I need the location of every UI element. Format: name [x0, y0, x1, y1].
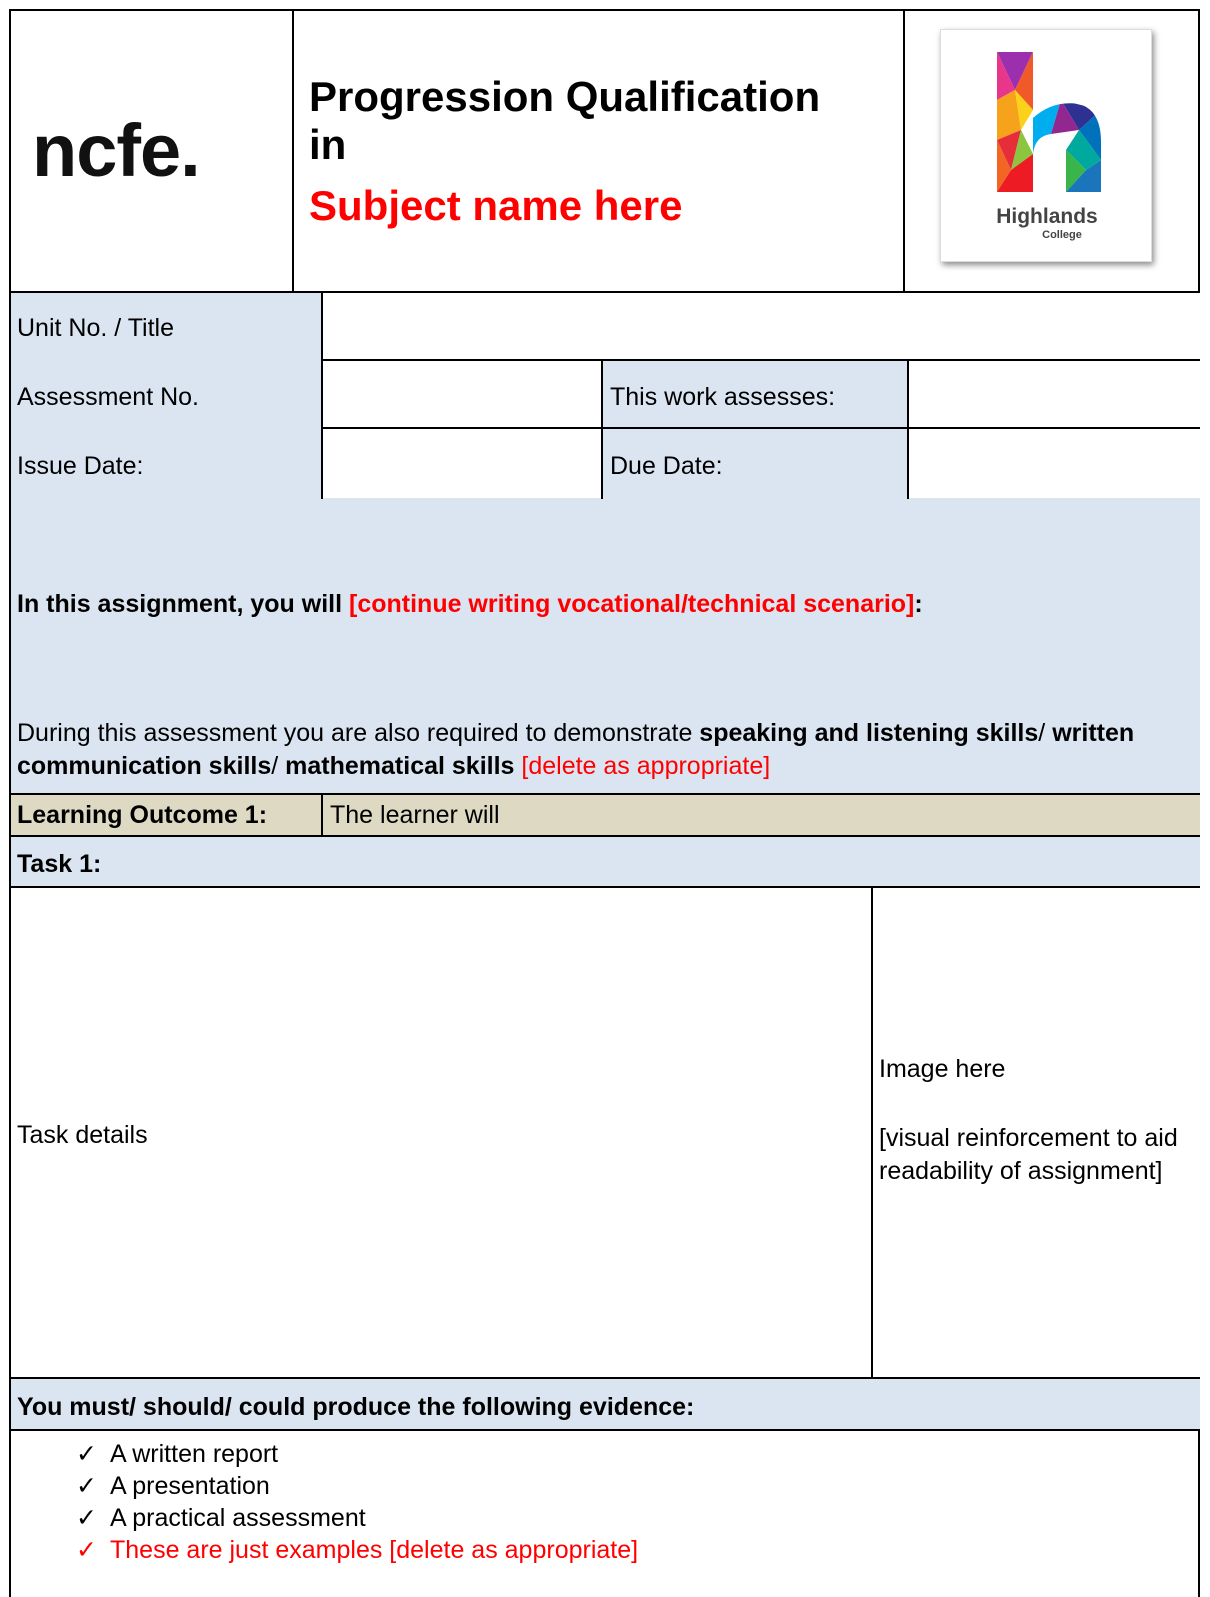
page-title-in: in — [309, 121, 347, 168]
grid-line — [871, 886, 873, 1379]
skills-text: During this assessment you are also requ… — [17, 717, 1192, 783]
learning-outcome-value[interactable]: The learner will — [330, 800, 500, 830]
grid-line — [321, 291, 323, 499]
college-logo-name: Highlands — [996, 205, 1098, 228]
issue-date-label: Issue Date: — [17, 452, 144, 480]
scenario-lead: In this assignment, you will — [17, 590, 349, 618]
grid-line — [9, 9, 1200, 11]
assesses-label: This work assesses: — [610, 383, 836, 411]
grid-line — [292, 9, 294, 293]
image-placeholder: Image here — [879, 1055, 1006, 1083]
grid-line — [321, 793, 323, 837]
assessment-no-label: Assessment No. — [17, 383, 200, 411]
grid-line — [907, 359, 909, 499]
ncfe-logo: ncfe. — [32, 109, 201, 192]
grid-line — [9, 291, 1200, 293]
page-title: Progression Qualification — [309, 73, 821, 120]
evidence-item: ✓ A practical assessment — [10, 1502, 1190, 1534]
evidence-item: ✓ A written report — [10, 1438, 1190, 1470]
image-note: [visual reinforcement to aid readability… — [879, 1124, 1178, 1185]
evidence-item-text: These are just examples [delete as appro… — [110, 1536, 639, 1564]
scenario-text: In this assignment, you will [continue w… — [17, 589, 923, 619]
grid-line — [9, 886, 1200, 888]
highlands-college-logo: Highlands College — [940, 29, 1152, 262]
task-label-fill — [10, 836, 1200, 887]
subject-name: Subject name here — [309, 182, 683, 229]
grid-line — [1198, 9, 1200, 293]
learning-outcome-label: Learning Outcome 1: — [17, 801, 268, 829]
skills-sep: / — [1038, 719, 1053, 747]
check-icon: ✓ — [76, 1440, 97, 1468]
task-details[interactable]: Task details — [17, 1120, 148, 1150]
grid-line — [9, 9, 11, 1597]
scenario-tail: : — [914, 590, 923, 618]
grid-line — [9, 793, 1200, 795]
grid-line — [9, 835, 1200, 837]
skill-speaking: speaking and listening skills — [699, 719, 1039, 747]
evidence-heading: You must/ should/ could produce the foll… — [17, 1393, 695, 1421]
grid-line — [322, 427, 1200, 429]
skills-intro: During this assessment you are also requ… — [17, 719, 700, 747]
grid-line — [903, 9, 905, 293]
evidence-item-text: A practical assessment — [110, 1504, 366, 1532]
evidence-item: ✓ A presentation — [10, 1470, 1190, 1502]
evidence-item: ✓ These are just examples [delete as appr… — [10, 1534, 1190, 1566]
check-icon: ✓ — [76, 1504, 97, 1532]
grid-line — [9, 1429, 1200, 1431]
grid-line — [1198, 1429, 1200, 1597]
grid-line — [322, 359, 1200, 361]
due-date-label: Due Date: — [610, 452, 723, 480]
unit-label: Unit No. / Title — [17, 314, 174, 342]
scenario-placeholder: [continue writing vocational/technical s… — [349, 590, 915, 618]
skills-sep: / — [271, 752, 286, 780]
college-logo-sub: College — [1042, 229, 1082, 241]
grid-line — [601, 359, 603, 499]
check-icon: ✓ — [76, 1536, 97, 1564]
grid-line — [9, 1377, 1200, 1379]
task-label: Task 1: — [17, 850, 102, 878]
evidence-item-text: A presentation — [110, 1472, 270, 1500]
evidence-list: ✓ A written report ✓ A presentation ✓ A pract… — [10, 1438, 1190, 1566]
skill-maths: mathematical skills — [285, 752, 515, 780]
skills-note: [delete as appropriate] — [514, 752, 771, 780]
evidence-item-text: A written report — [110, 1440, 279, 1468]
check-icon: ✓ — [76, 1472, 97, 1500]
